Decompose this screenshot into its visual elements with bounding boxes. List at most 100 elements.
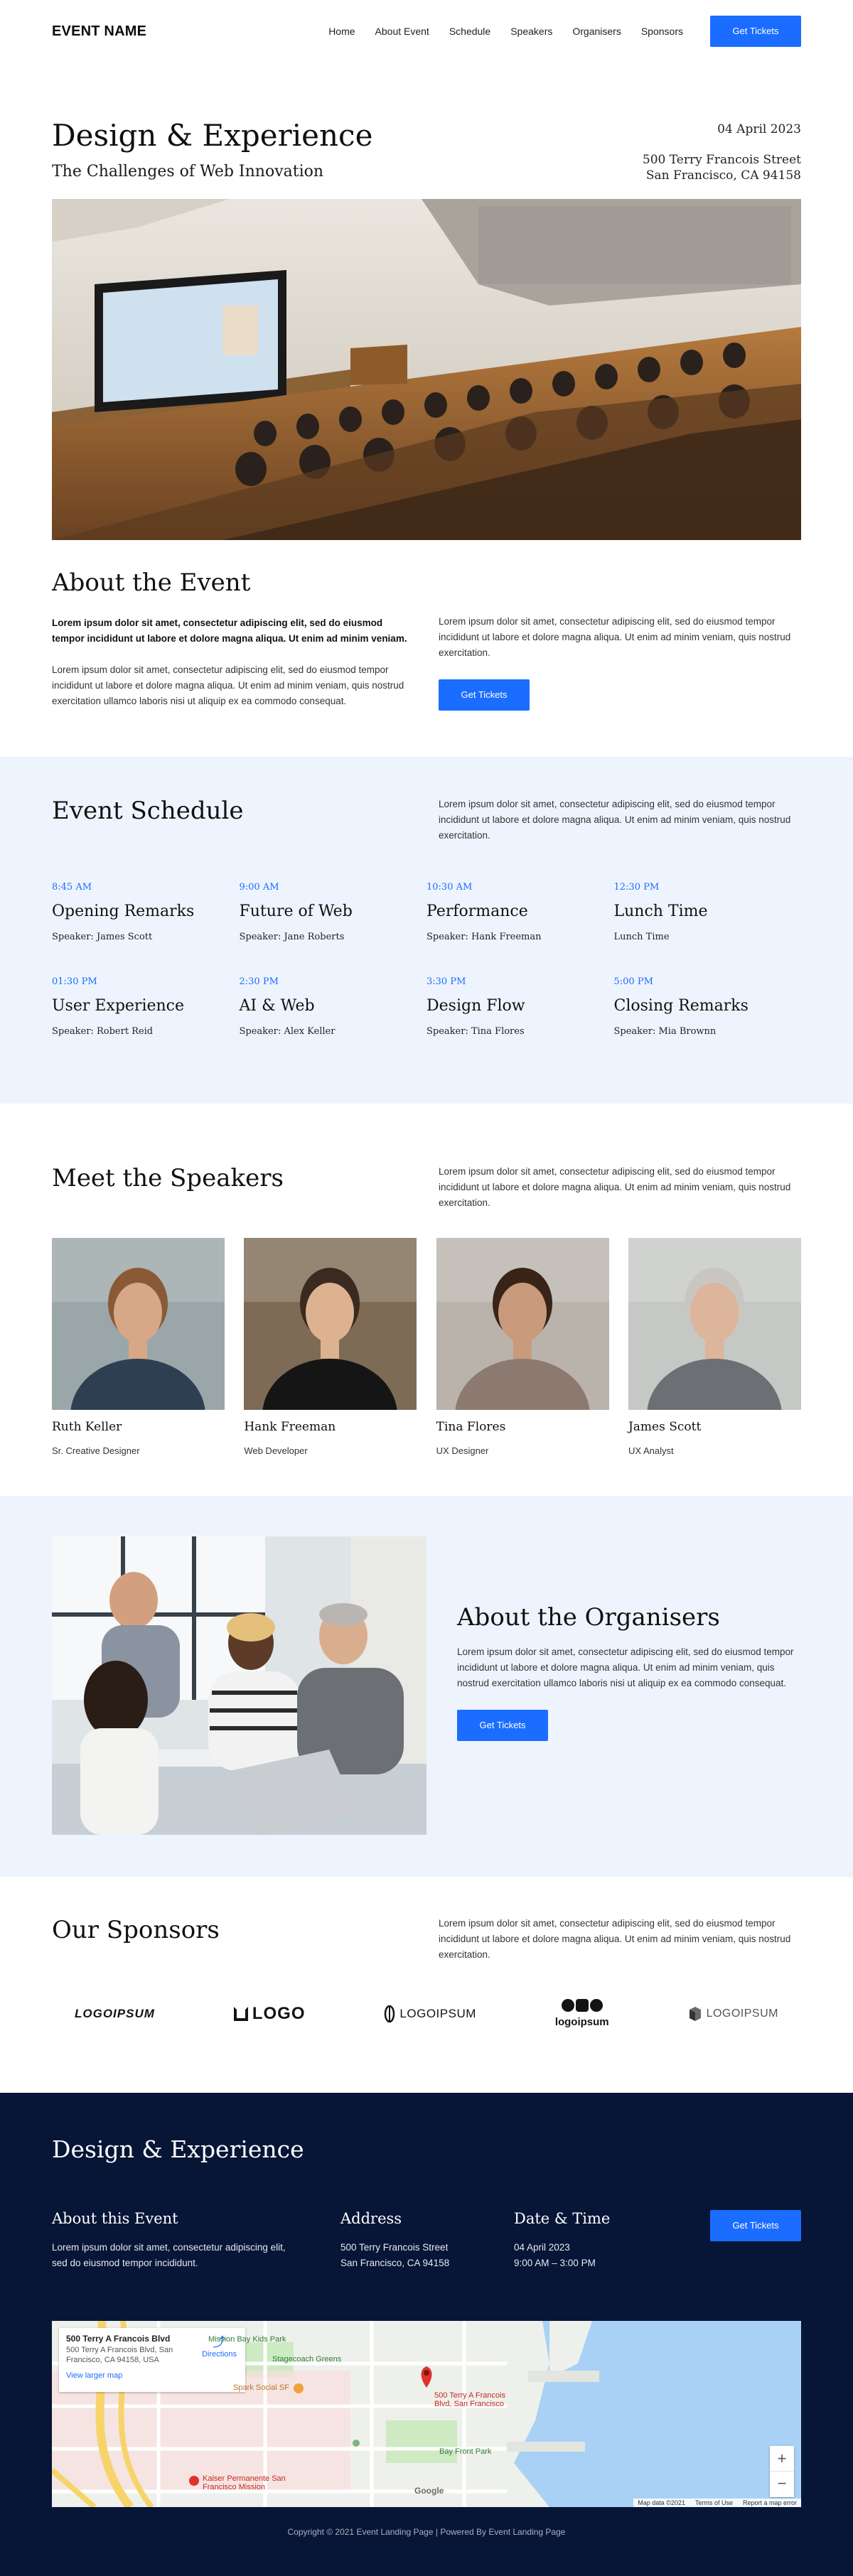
nav-item-about[interactable]: About Event [375,26,429,37]
map-zoom-controls: + − [770,2445,794,2497]
schedule-session-title: Performance [426,902,528,920]
sponsors-title: Our Sponsors [52,1915,220,1944]
organisers-title: About the Organisers [457,1602,720,1632]
footer-title: Design & Experience [52,2135,304,2163]
footer-about-text: Lorem ipsum dolor sit amet, consectetur … [52,2241,286,2268]
speaker-card[interactable]: James Scott UX Analyst [628,1237,801,1456]
footer-address-line2: San Francisco, CA 94158 [340,2257,450,2268]
speaker-card[interactable]: Tina Flores UX Designer [436,1237,609,1456]
schedule-item: 01:30 PM User Experience Speaker: Robert R… [52,976,240,1037]
schedule-speaker: Speaker: Alex Keller [239,1025,336,1037]
speaker-photo [436,1237,609,1410]
auditorium-photo [52,198,801,540]
footer-date: 04 April 2023 [514,2241,570,2253]
footer-date-title: Date & Time [514,2209,611,2227]
schedule-time: 12:30 PM [613,881,660,893]
speaker-name: James Scott [628,1419,702,1434]
footer-datetime: 04 April 2023 9:00 AM – 3:00 PM [514,2240,706,2271]
report-map-error-link[interactable]: Report a map error [743,2499,797,2506]
footer-about-title: About this Event [52,2209,178,2227]
speaker-photo [52,1237,225,1410]
event-meta: 04 April 2023 500 Terry Francois Street … [643,118,801,183]
nav-item-organisers[interactable]: Organisers [572,26,621,37]
get-tickets-button[interactable]: Get Tickets [439,679,530,711]
schedule-time: 3:30 PM [426,976,466,987]
schedule-item: 2:30 PM AI & Web Speaker: Alex Keller [240,976,427,1037]
footer-address-line1: 500 Terry Francois Street [340,2241,449,2253]
sponsor-logo-2[interactable]: LOGO [233,2004,306,2024]
sponsor-logo-3[interactable]: LOGOIPSUM [384,2005,476,2023]
map-label-kaiser: Kaiser Permanente San Francisco Mission [203,2474,286,2491]
schedule-time: 8:45 AM [52,881,92,893]
view-larger-map-link[interactable]: View larger map [66,2371,238,2381]
speaker-name: Hank Freeman [244,1419,336,1434]
brand-logo[interactable]: EVENT NAME [52,23,146,40]
map-label-kids-park: Mission Bay Kids Park [208,2334,286,2344]
speaker-role: Sr. Creative Designer [52,1445,140,1456]
speaker-role: Web Developer [244,1445,308,1456]
nav-item-schedule[interactable]: Schedule [449,26,490,37]
schedule-time: 10:30 AM [426,881,473,893]
nav-item-sponsors[interactable]: Sponsors [641,26,683,37]
hero-section: Design & Experience The Challenges of We… [0,63,853,540]
organisers-section: About the Organisers Lorem ipsum dolor s… [0,1495,853,1877]
map-label-bay-front-park: Bay Front Park [439,2447,492,2456]
speaker-name: Ruth Keller [52,1419,122,1434]
about-side-text: Lorem ipsum dolor sit amet, consectetur … [439,615,791,658]
schedule-session-title: AI & Web [239,996,315,1015]
schedule-speaker: Speaker: Hank Freeman [426,931,542,942]
schedule-item: 3:30 PM Design Flow Speaker: Tina Flores [426,976,614,1037]
zoom-in-button[interactable]: + [770,2446,794,2472]
schedule-speaker: Speaker: Mia Brownn [613,1025,717,1037]
schedule-speaker: Speaker: Tina Flores [426,1025,525,1037]
footer: Design & Experience About this Event Lor… [0,2092,853,2576]
map-pin-icon[interactable] [418,2365,435,2389]
about-section: About the Event Lorem ipsum dolor sit am… [0,540,853,757]
schedule-session-title: Design Flow [426,996,525,1015]
map-label-spark-social: Spark Social SF [233,2383,289,2392]
sponsor-logos: LOGOIPSUM LOGO LOGOIPSUM logoipsum LOGOI… [52,1993,801,2035]
schedule-section: Event Schedule Lorem ipsum dolor sit ame… [0,756,853,1104]
speaker-card[interactable]: Ruth Keller Sr. Creative Designer [52,1237,225,1456]
get-tickets-button[interactable]: Get Tickets [457,1709,548,1741]
about-body-text: Lorem ipsum dolor sit amet, consectetur … [52,664,404,706]
sponsor-logo-4[interactable]: logoipsum [555,1999,609,2028]
schedule-intro: Lorem ipsum dolor sit amet, consectetur … [439,798,791,841]
top-navigation: EVENT NAME Home About Event Schedule Spe… [0,0,853,63]
footer-address: 500 Terry Francois Street San Francisco,… [340,2240,514,2271]
schedule-item: 5:00 PM Closing Remarks Speaker: Mia Brown… [614,976,802,1037]
schedule-speaker: Speaker: Robert Reid [52,1025,154,1037]
speaker-photo [628,1237,801,1410]
sponsors-intro: Lorem ipsum dolor sit amet, consectetur … [439,1917,791,1960]
google-logo: Google [414,2485,444,2496]
speakers-section: Meet the Speakers Lorem ipsum dolor sit … [0,1104,853,1496]
speaker-photo [244,1237,417,1410]
map-pin-label-line1: 500 Terry A Francois [434,2391,506,2400]
schedule-item: 10:30 AM Performance Speaker: Hank Freeman [426,882,614,942]
speakers-intro: Lorem ipsum dolor sit amet, consectetur … [439,1165,791,1208]
schedule-session-title: Future of Web [239,902,353,920]
schedule-grid: 8:45 AM Opening Remarks Speaker: James Sco… [52,882,801,1037]
nav-item-home[interactable]: Home [328,26,355,37]
speaker-role: UX Designer [436,1445,489,1456]
schedule-speaker: Speaker: James Scott [52,931,153,942]
zoom-out-button[interactable]: − [770,2472,794,2497]
speaker-card[interactable]: Hank Freeman Web Developer [244,1237,417,1456]
schedule-session-title: Closing Remarks [613,996,749,1015]
event-address-line1: 500 Terry Francois Street [642,153,801,168]
sponsors-section: Our Sponsors Lorem ipsum dolor sit amet,… [0,1877,853,2093]
nav-item-speakers[interactable]: Speakers [510,26,552,37]
schedule-time: 2:30 PM [239,976,279,987]
get-tickets-button[interactable]: Get Tickets [710,2209,801,2241]
location-map[interactable]: 500 Terry A Francois Blvd 500 Terry A Fr… [52,2320,801,2507]
sponsor-logo-1[interactable]: LOGOIPSUM [75,2007,155,2021]
schedule-title: Event Schedule [52,796,244,825]
schedule-session-title: Lunch Time [613,902,708,920]
schedule-speaker: Speaker: Jane Roberts [239,931,345,942]
get-tickets-button[interactable]: Get Tickets [710,16,801,47]
schedule-time: 9:00 AM [239,881,279,893]
speakers-title: Meet the Speakers [52,1163,284,1192]
speakers-grid: Ruth Keller Sr. Creative Designer Hank Fre… [52,1237,801,1456]
sponsor-logo-5[interactable]: LOGOIPSUM [688,2006,778,2021]
terms-of-use-link[interactable]: Terms of Use [695,2499,733,2506]
